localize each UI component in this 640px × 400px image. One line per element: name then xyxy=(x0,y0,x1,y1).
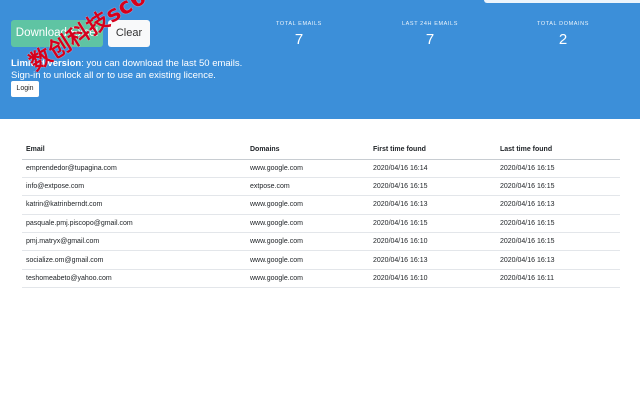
email-cell: pmj.matryx@gmail.com xyxy=(22,232,246,252)
email-cell: pasquale.pmj.piscopo@gmail.com xyxy=(22,214,246,234)
header-banner: Download Excel Clear Limited version: yo… xyxy=(0,0,640,119)
column-header-domains[interactable]: Domains xyxy=(246,140,369,160)
first-found-cell: 2020/04/16 16:15 xyxy=(369,214,496,234)
column-header-first-found[interactable]: First time found xyxy=(369,140,496,160)
table-row: pmj.matryx@gmail.com www.google.com 2020… xyxy=(22,232,620,252)
login-button[interactable]: Login xyxy=(11,81,39,97)
stat-value: 7 xyxy=(425,31,435,48)
table-row: emprendedor@tupagina.com www.google.com … xyxy=(22,159,620,178)
stat-label: TOTAL DOMAINS xyxy=(536,21,589,27)
domain-cell: www.google.com xyxy=(246,250,369,270)
table-row: info@extpose.com extpose.com 2020/04/16 … xyxy=(22,177,620,197)
last-found-cell: 2020/04/16 16:15 xyxy=(496,159,620,178)
last-found-cell: 2020/04/16 16:15 xyxy=(496,214,620,234)
stat-last-24h-emails: LAST 24H EMAILS 7 xyxy=(385,20,475,50)
domain-cell: extpose.com xyxy=(246,177,369,197)
first-found-cell: 2020/04/16 16:10 xyxy=(369,269,496,289)
stat-value: 7 xyxy=(294,31,304,48)
first-found-cell: 2020/04/16 16:14 xyxy=(369,159,496,178)
top-tab-edge xyxy=(484,0,640,3)
emails-table: Email Domains First time found Last time… xyxy=(22,140,620,289)
first-found-cell: 2020/04/16 16:13 xyxy=(369,195,496,215)
table-row: teshomeabeto@yahoo.com www.google.com 20… xyxy=(22,269,620,289)
domain-cell: www.google.com xyxy=(246,269,369,289)
email-cell: katrin@katrinberndt.com xyxy=(22,195,246,215)
last-found-cell: 2020/04/16 16:15 xyxy=(496,177,620,197)
last-found-cell: 2020/04/16 16:11 xyxy=(496,269,620,289)
stat-value: 2 xyxy=(558,31,568,48)
first-found-cell: 2020/04/16 16:10 xyxy=(369,232,496,252)
last-found-cell: 2020/04/16 16:15 xyxy=(496,232,620,252)
emails-table-container: Email Domains First time found Last time… xyxy=(22,140,620,289)
stat-label: LAST 24H EMAILS xyxy=(402,21,458,27)
table-row: socialize.om@gmail.com www.google.com 20… xyxy=(22,250,620,270)
column-header-last-found[interactable]: Last time found xyxy=(496,140,620,160)
domain-cell: www.google.com xyxy=(246,232,369,252)
stat-label: TOTAL EMAILS xyxy=(276,21,322,27)
first-found-cell: 2020/04/16 16:13 xyxy=(369,250,496,270)
stat-total-emails: TOTAL EMAILS 7 xyxy=(254,20,344,50)
domain-cell: www.google.com xyxy=(246,214,369,234)
table-row: pasquale.pmj.piscopo@gmail.com www.googl… xyxy=(22,214,620,234)
last-found-cell: 2020/04/16 16:13 xyxy=(496,250,620,270)
stat-total-domains: TOTAL DOMAINS 2 xyxy=(518,20,608,50)
table-row: katrin@katrinberndt.com www.google.com 2… xyxy=(22,195,620,215)
notice-line-2: Sign-in to unlock all or to use an exist… xyxy=(11,69,216,81)
email-cell: info@extpose.com xyxy=(22,177,246,197)
domain-cell: www.google.com xyxy=(246,159,369,178)
column-header-email[interactable]: Email xyxy=(22,140,246,160)
email-cell: socialize.om@gmail.com xyxy=(22,250,246,270)
table-header-row: Email Domains First time found Last time… xyxy=(22,140,620,160)
first-found-cell: 2020/04/16 16:15 xyxy=(369,177,496,197)
email-cell: emprendedor@tupagina.com xyxy=(22,159,246,178)
last-found-cell: 2020/04/16 16:13 xyxy=(496,195,620,215)
notice-line-1: : you can download the last 50 emails. xyxy=(81,58,243,69)
email-cell: teshomeabeto@yahoo.com xyxy=(22,269,246,289)
domain-cell: www.google.com xyxy=(246,195,369,215)
